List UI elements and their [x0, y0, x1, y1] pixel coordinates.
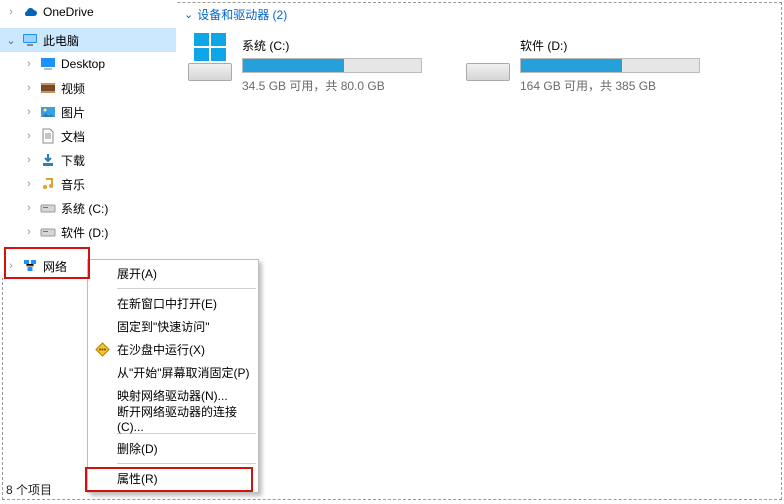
ctx-item-label: 固定到"快速访问" [117, 318, 210, 335]
expand-arrow-icon[interactable]: › [18, 202, 40, 214]
documents-icon [40, 128, 56, 144]
disk-icon [466, 63, 510, 81]
ctx-item-disconnect-network-drive[interactable]: 断开网络驱动器的连接(C)... [89, 407, 257, 430]
ctx-item-expand[interactable]: 展开(A) [89, 262, 257, 285]
ctx-item-label: 在新窗口中打开(E) [117, 295, 217, 312]
tree-item-label: 软件 (D:) [61, 224, 108, 241]
tree-item-onedrive[interactable]: › OneDrive [0, 0, 176, 24]
thispc-icon [22, 32, 38, 48]
expand-arrow-icon[interactable]: › [18, 58, 40, 70]
drive-icon [40, 224, 56, 240]
drive-usage-bar [520, 58, 700, 73]
ctx-item-label: 断开网络驱动器的连接(C)... [117, 403, 257, 434]
tree-item-downloads[interactable]: › 下载 [0, 148, 176, 172]
drive-thumb [184, 29, 236, 81]
desktop-icon [40, 56, 56, 72]
drive-thumb [462, 29, 514, 81]
onedrive-icon [22, 4, 38, 20]
drive-usage-fill [243, 59, 344, 72]
drive-subtitle: 34.5 GB 可用，共 80.0 GB [242, 77, 434, 94]
navigation-tree: › OneDrive ⌄ 此电脑 › Desktop › 视频 › 图片 › 文… [0, 0, 176, 278]
tree-item-label: 系统 (C:) [61, 200, 108, 217]
drive-icon [40, 200, 56, 216]
drives-group: 系统 (C:) 34.5 GB 可用，共 80.0 GB 软件 (D:) 164… [178, 29, 784, 94]
collapse-arrow-icon[interactable]: ⌄ [0, 34, 22, 47]
ctx-item-label: 映射网络驱动器(N)... [117, 387, 228, 404]
section-header-label: 设备和驱动器 (2) [197, 6, 287, 23]
tree-item-label: 音乐 [61, 176, 85, 193]
ctx-item-unpin-start[interactable]: 从"开始"屏幕取消固定(P) [89, 361, 257, 384]
ctx-separator [117, 463, 256, 464]
tree-item-documents[interactable]: › 文档 [0, 124, 176, 148]
expand-arrow-icon[interactable]: › [0, 260, 22, 272]
status-bar-text: 8 个项目 [6, 481, 52, 498]
context-menu-network: 展开(A) 在新窗口中打开(E) 固定到"快速访问" 在沙盘中运行(X) 从"开… [87, 259, 259, 493]
ctx-item-pin-quick-access[interactable]: 固定到"快速访问" [89, 315, 257, 338]
tree-item-desktop[interactable]: › Desktop [0, 52, 176, 76]
tree-item-label: 视频 [61, 80, 85, 97]
ctx-item-label: 从"开始"屏幕取消固定(P) [117, 364, 250, 381]
tree-item-drive-c[interactable]: › 系统 (C:) [0, 196, 176, 220]
tree-item-pictures[interactable]: › 图片 [0, 100, 176, 124]
disk-icon [188, 63, 232, 81]
drive-subtitle: 164 GB 可用，共 385 GB [520, 77, 712, 94]
tree-item-label: 下载 [61, 152, 85, 169]
ctx-item-delete[interactable]: 删除(D) [89, 437, 257, 460]
ctx-item-open-new-window[interactable]: 在新窗口中打开(E) [89, 292, 257, 315]
expand-arrow-icon[interactable]: › [18, 154, 40, 166]
expand-arrow-icon[interactable]: › [18, 226, 40, 238]
network-icon [22, 258, 38, 274]
tree-item-label: OneDrive [43, 5, 94, 19]
tree-item-thispc[interactable]: ⌄ 此电脑 [0, 28, 176, 52]
tree-item-label: 文档 [61, 128, 85, 145]
sandbox-icon [94, 342, 110, 358]
content-pane: ⌄ 设备和驱动器 (2) 系统 (C:) 34.5 GB 可用，共 80.0 G… [178, 0, 784, 94]
drive-usage-bar [242, 58, 422, 73]
expand-arrow-icon[interactable]: › [18, 178, 40, 190]
ctx-item-label: 属性(R) [117, 470, 158, 487]
tree-item-label: 图片 [61, 104, 85, 121]
music-icon [40, 176, 56, 192]
tree-item-label: 此电脑 [43, 32, 79, 49]
expand-arrow-icon[interactable]: › [0, 6, 22, 18]
tree-item-drive-d[interactable]: › 软件 (D:) [0, 220, 176, 244]
chevron-down-icon: ⌄ [184, 8, 193, 21]
section-header-devices-drives[interactable]: ⌄ 设备和驱动器 (2) [178, 0, 784, 29]
ctx-item-properties[interactable]: 属性(R) [89, 467, 257, 490]
downloads-icon [40, 152, 56, 168]
drive-tile-d[interactable]: 软件 (D:) 164 GB 可用，共 385 GB [462, 29, 712, 94]
windows-logo-icon [194, 33, 226, 61]
ctx-item-label: 在沙盘中运行(X) [117, 341, 205, 358]
ctx-item-label: 展开(A) [117, 265, 157, 282]
expand-arrow-icon[interactable]: › [18, 130, 40, 142]
ctx-item-label: 删除(D) [117, 440, 158, 457]
drive-name-label: 系统 (C:) [242, 37, 434, 54]
ctx-item-run-sandbox[interactable]: 在沙盘中运行(X) [89, 338, 257, 361]
tree-item-music[interactable]: › 音乐 [0, 172, 176, 196]
tree-item-label: 网络 [43, 258, 67, 275]
videos-icon [40, 80, 56, 96]
tree-item-label: Desktop [61, 57, 105, 71]
tree-item-videos[interactable]: › 视频 [0, 76, 176, 100]
expand-arrow-icon[interactable]: › [18, 82, 40, 94]
drive-name-label: 软件 (D:) [520, 37, 712, 54]
drive-usage-fill [521, 59, 622, 72]
pictures-icon [40, 104, 56, 120]
ctx-separator [117, 288, 256, 289]
expand-arrow-icon[interactable]: › [18, 106, 40, 118]
drive-tile-c[interactable]: 系统 (C:) 34.5 GB 可用，共 80.0 GB [184, 29, 434, 94]
